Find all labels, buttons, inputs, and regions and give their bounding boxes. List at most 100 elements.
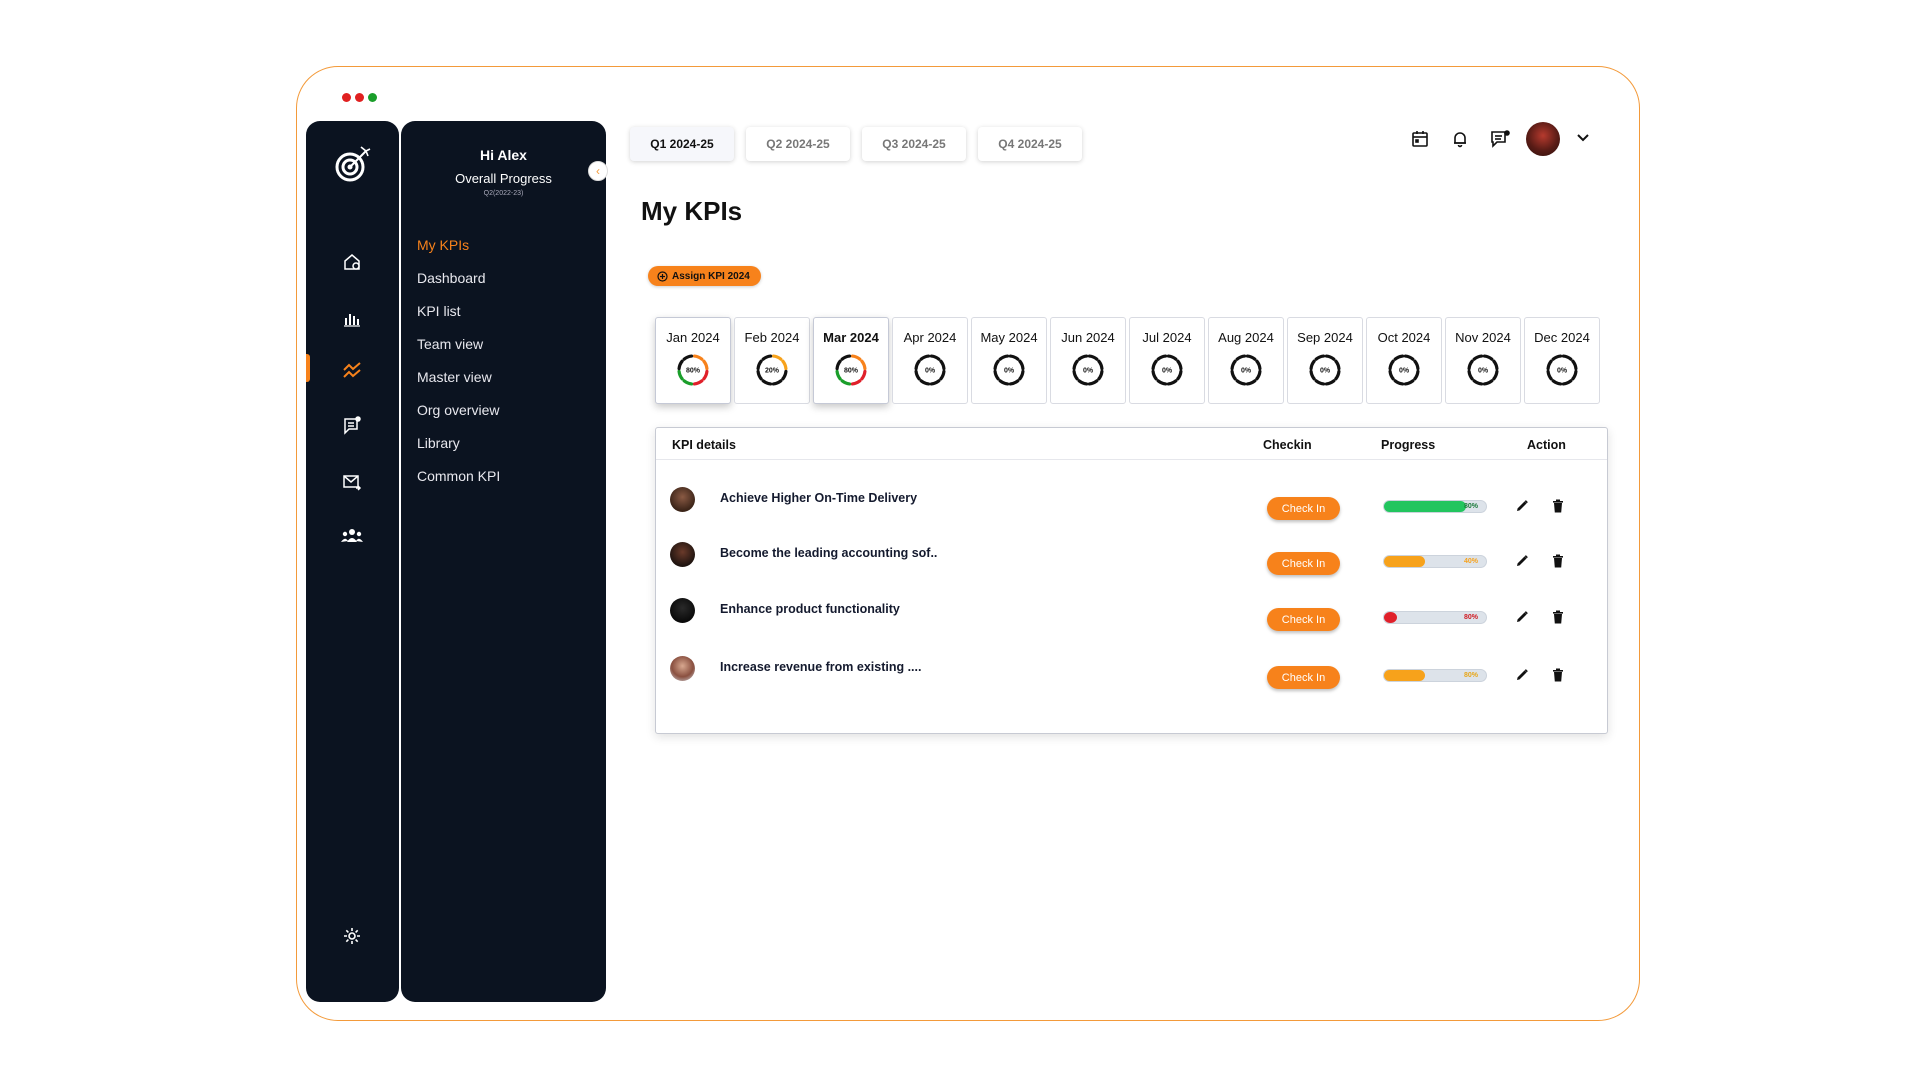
donut-segment <box>1467 369 1474 381</box>
donut-segment <box>998 354 1010 361</box>
nav-item-team-view[interactable]: Team view <box>417 336 500 369</box>
check-in-button[interactable]: Check In <box>1267 552 1340 575</box>
avatar[interactable] <box>1526 122 1560 156</box>
month-card[interactable]: Oct 2024 0% <box>1366 317 1442 404</box>
donut-segment <box>1018 359 1025 371</box>
trend-icon[interactable] <box>336 354 368 386</box>
delete-icon[interactable] <box>1552 499 1564 518</box>
donut-segment <box>1156 379 1168 386</box>
donut-segment <box>1334 359 1341 371</box>
month-card[interactable]: Apr 2024 0% <box>892 317 968 404</box>
nav-item-master-view[interactable]: Master view <box>417 369 500 402</box>
tab-q2[interactable]: Q2 2024-25 <box>746 127 850 161</box>
donut-segment <box>761 379 773 386</box>
maximize-dot[interactable] <box>368 93 377 102</box>
team-icon[interactable] <box>336 520 368 552</box>
month-card[interactable]: Jul 2024 0% <box>1129 317 1205 404</box>
table-row[interactable]: Increase revenue from existing .... Chec… <box>656 652 1607 692</box>
check-in-button[interactable]: Check In <box>1267 666 1340 689</box>
month-percent: 0% <box>1557 368 1568 375</box>
table-row[interactable]: Achieve Higher On-Time Delivery Check In… <box>656 483 1607 523</box>
progress-fill <box>1384 501 1466 512</box>
kpi-name[interactable]: Become the leading accounting sof.. <box>720 546 937 560</box>
month-percent: 0% <box>1241 368 1252 375</box>
month-card[interactable]: Sep 2024 0% <box>1287 317 1363 404</box>
donut-segment <box>1087 379 1099 386</box>
tab-q3[interactable]: Q3 2024-25 <box>862 127 966 161</box>
col-checkin: Checkin <box>1263 438 1312 452</box>
kpi-table: KPI details Checkin Progress Action Achi… <box>655 427 1608 734</box>
nav-item-common-kpi[interactable]: Common KPI <box>417 468 500 501</box>
donut-segment <box>939 369 946 381</box>
donut-segment <box>1245 354 1257 361</box>
col-kpi-details: KPI details <box>672 438 736 452</box>
chevron-left-icon[interactable]: ‹ <box>588 161 608 181</box>
kpi-name[interactable]: Increase revenue from existing .... <box>720 660 921 674</box>
nav-item-dashboard[interactable]: Dashboard <box>417 270 500 303</box>
donut-segment <box>1403 354 1415 361</box>
tab-q1[interactable]: Q1 2024-25 <box>630 127 734 161</box>
gear-icon[interactable] <box>336 920 368 952</box>
month-card[interactable]: Jun 2024 0% <box>1050 317 1126 404</box>
tab-q4[interactable]: Q4 2024-25 <box>978 127 1082 161</box>
donut-segment <box>993 359 1000 371</box>
donut-segment <box>677 369 684 381</box>
edit-icon[interactable] <box>1515 499 1529 518</box>
bell-icon[interactable] <box>1440 123 1480 155</box>
month-progress-donut: 0% <box>1467 354 1499 386</box>
donut-segment <box>1245 379 1257 386</box>
month-card[interactable]: May 2024 0% <box>971 317 1047 404</box>
table-row[interactable]: Become the leading accounting sof.. Chec… <box>656 538 1607 578</box>
month-card[interactable]: Dec 2024 0% <box>1524 317 1600 404</box>
table-row[interactable]: Enhance product functionality Check In 8… <box>656 594 1607 634</box>
month-percent: 20% <box>765 368 780 375</box>
delete-icon[interactable] <box>1552 668 1564 687</box>
edit-icon[interactable] <box>1515 610 1529 629</box>
bar-chart-icon[interactable] <box>336 302 368 334</box>
donut-segment <box>1087 354 1099 361</box>
nav-item-my-kpis[interactable]: My KPIs <box>417 237 500 270</box>
message-icon[interactable] <box>1480 123 1520 155</box>
edit-icon[interactable] <box>1515 668 1529 687</box>
delete-icon[interactable] <box>1552 554 1564 573</box>
home-settings-icon[interactable] <box>336 246 368 278</box>
calendar-icon[interactable] <box>1400 123 1440 155</box>
month-card[interactable]: Feb 2024 20% <box>734 317 810 404</box>
nav-item-library[interactable]: Library <box>417 435 500 468</box>
donut-segment <box>692 354 704 361</box>
target-logo-icon[interactable] <box>330 141 378 189</box>
month-card[interactable]: Nov 2024 0% <box>1445 317 1521 404</box>
month-percent: 0% <box>925 368 936 375</box>
check-in-button[interactable]: Check In <box>1267 497 1340 520</box>
mail-forward-icon[interactable] <box>336 466 368 498</box>
progress-percent: 80% <box>1463 672 1478 679</box>
donut-segment <box>702 369 709 381</box>
month-card[interactable]: Aug 2024 0% <box>1208 317 1284 404</box>
donut-segment <box>1077 379 1089 386</box>
icon-rail <box>306 121 399 1002</box>
donut-segment <box>850 354 862 361</box>
donut-segment <box>1314 354 1326 361</box>
month-percent: 0% <box>1399 368 1410 375</box>
chat-list-icon[interactable] <box>336 410 368 442</box>
assign-kpi-button[interactable]: Assign KPI 2024 <box>648 266 761 286</box>
edit-icon[interactable] <box>1515 554 1529 573</box>
check-in-button[interactable]: Check In <box>1267 608 1340 631</box>
close-dot[interactable] <box>342 93 351 102</box>
month-label: May 2024 <box>980 330 1038 345</box>
avatar <box>670 487 695 512</box>
month-card[interactable]: Jan 2024 80% <box>655 317 731 404</box>
donut-segment <box>1546 369 1553 381</box>
month-card[interactable]: Mar 2024 80% <box>813 317 889 404</box>
chevron-down-icon[interactable] <box>1576 130 1590 148</box>
progress-bar: 80% <box>1383 500 1487 513</box>
progress-bar: 80% <box>1383 669 1487 682</box>
kpi-name[interactable]: Enhance product functionality <box>720 602 900 616</box>
kpi-name[interactable]: Achieve Higher On-Time Delivery <box>720 491 917 505</box>
nav-item-kpi-list[interactable]: KPI list <box>417 303 500 336</box>
delete-icon[interactable] <box>1552 610 1564 629</box>
donut-segment <box>1166 354 1178 361</box>
minimize-dot[interactable] <box>355 93 364 102</box>
month-progress-donut: 0% <box>1388 354 1420 386</box>
nav-item-org-overview[interactable]: Org overview <box>417 402 500 435</box>
